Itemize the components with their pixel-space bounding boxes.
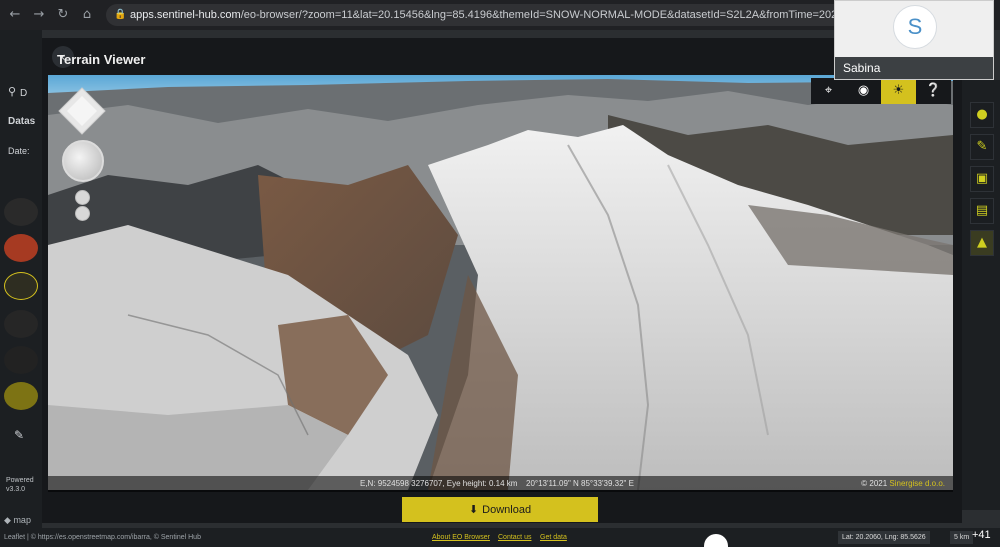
terrain-3d-icon[interactable]: ▲ — [970, 230, 994, 256]
layer-thumb-1[interactable] — [4, 198, 38, 226]
datasets-label[interactable]: Datas — [8, 116, 35, 127]
lightbulb-icon[interactable]: ☀ — [881, 78, 916, 104]
contact-link[interactable]: Contact us — [498, 528, 531, 547]
latlng-readout: 20°13'11.09" N 85°33'39.32" E — [526, 479, 634, 488]
about-link[interactable]: About EO Browser — [432, 528, 490, 547]
terrain-3d-view[interactable] — [48, 75, 953, 490]
eo-browser-sidebar: ⚲ D Datas Date: ✎ Powered v3.3.0 — [0, 30, 42, 547]
avatar: S — [893, 5, 937, 49]
layer-thumb-6[interactable] — [4, 382, 38, 410]
lock-icon: 🔒 — [114, 9, 127, 20]
zoom-in-icon[interactable] — [75, 190, 90, 205]
forward-arrow-icon[interactable]: → — [30, 6, 48, 24]
map-logo: ◆ map — [4, 515, 31, 526]
pencil-icon[interactable]: ✎ — [14, 428, 24, 442]
crosshair-icon[interactable]: ⌖ — [811, 78, 846, 104]
location-pin-icon[interactable]: ● — [970, 102, 994, 128]
powered-by: Powered v3.3.0 — [6, 477, 34, 493]
address-bar[interactable]: 🔒 apps.sentinel-hub.com/eo-browser/?zoom… — [106, 4, 846, 26]
copyright-brand[interactable]: Sinergise d.o.o. — [889, 479, 945, 488]
download-label: Download — [482, 504, 532, 516]
url-host: apps.sentinel-hub.com — [130, 9, 241, 21]
layer-thumb-2[interactable] — [4, 234, 38, 262]
page-footer: Leaflet | © https://es.openstreetmap.com… — [0, 528, 1000, 547]
mouse-latlng: Lat: 20.2060, Lng: 85.5626 — [838, 531, 930, 544]
url-path: /eo-browser/?zoom=11&lat=20.15456&lng=85… — [240, 9, 846, 21]
home-icon[interactable]: ⌂ — [78, 6, 96, 24]
search-label: D — [20, 88, 28, 99]
rotate-control-icon[interactable] — [62, 140, 104, 182]
layer-thumb-4[interactable] — [4, 310, 38, 338]
scale-bar: 5 km — [950, 531, 974, 544]
participant-tile: S Sabina — [834, 0, 994, 80]
map-logo-text: map — [13, 515, 31, 525]
pan-control-icon[interactable] — [57, 86, 107, 136]
participant-name: Sabina — [835, 57, 993, 79]
globe-icon[interactable]: ◉ — [846, 78, 881, 104]
screen: ← → ↻ ⌂ 🔒 apps.sentinel-hub.com/eo-brows… — [0, 0, 1000, 547]
download-button[interactable]: ⬇ Download — [402, 497, 598, 522]
layer-thumb-3[interactable] — [4, 272, 38, 300]
terrain-toolbar: ⌖ ◉ ☀ ❔ — [811, 78, 953, 104]
copyright: © 2021 Sinergise d.o.o. — [861, 476, 945, 492]
attribution-text: Leaflet | © https://es.openstreetmap.com… — [4, 534, 201, 541]
search-icon[interactable]: ⚲ — [8, 85, 16, 98]
layer-thumb-5[interactable] — [4, 346, 38, 374]
date-label: Date: — [8, 146, 30, 156]
more-participants-badge[interactable]: +41 — [972, 528, 991, 542]
help-icon[interactable]: ❔ — [916, 78, 951, 104]
download-icon: ⬇ — [468, 503, 479, 516]
image-download-icon[interactable]: ▣ — [970, 166, 994, 192]
modal-title: Terrain Viewer — [57, 52, 146, 67]
timelapse-icon[interactable]: ▤ — [970, 198, 994, 224]
url-text: apps.sentinel-hub.com/eo-browser/?zoom=1… — [130, 9, 846, 21]
back-arrow-icon[interactable]: ← — [6, 6, 24, 24]
reload-icon[interactable]: ↻ — [54, 6, 72, 24]
terrain-status-bar: E,N: 9524598 3276707, Eye height: 0.14 k… — [48, 476, 953, 492]
map-pin-icon: ◆ — [4, 515, 11, 525]
zoom-out-icon[interactable] — [75, 206, 90, 221]
copyright-text: © 2021 — [861, 479, 890, 488]
terrain-render — [48, 75, 953, 490]
eye-coordinates: E,N: 9524598 3276707, Eye height: 0.14 k… — [360, 479, 518, 488]
right-toolbar: ● ✎ ▣ ▤ ▲ — [962, 80, 1000, 510]
get-data-link[interactable]: Get data — [540, 528, 567, 547]
measure-icon[interactable]: ✎ — [970, 134, 994, 160]
